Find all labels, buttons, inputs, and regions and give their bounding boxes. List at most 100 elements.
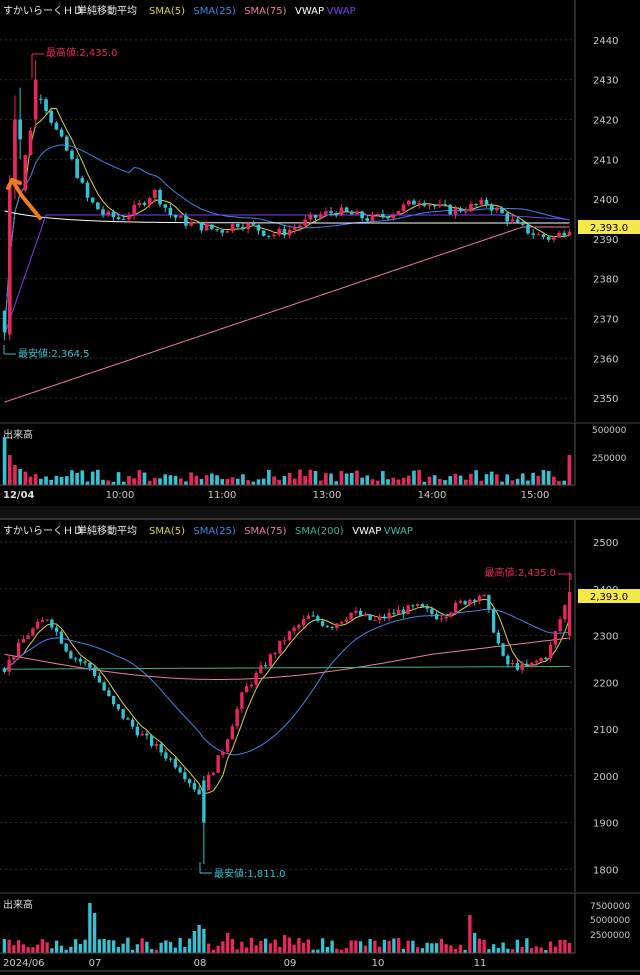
candle-body xyxy=(515,663,520,670)
candle-body xyxy=(173,214,178,218)
y-tick-label: 1900 xyxy=(593,819,618,830)
candle-body xyxy=(438,204,442,207)
volume-bar xyxy=(159,942,163,953)
volume-bar xyxy=(439,938,444,953)
candle-body xyxy=(531,233,535,235)
daily-sma75-line xyxy=(4,637,570,680)
volume-bar xyxy=(277,479,282,485)
candle-body xyxy=(211,772,216,775)
candle-body xyxy=(536,234,541,236)
candle-body xyxy=(292,227,297,230)
candle-body xyxy=(373,619,377,621)
volume-bar xyxy=(386,479,390,485)
candle-body xyxy=(187,779,192,784)
volume-bar xyxy=(453,473,458,485)
candle-body xyxy=(59,129,64,137)
volume-bar xyxy=(83,939,87,953)
volume-bar xyxy=(168,942,173,953)
volume-bar xyxy=(434,943,439,953)
candle-body xyxy=(149,735,154,746)
candle-body xyxy=(287,229,292,236)
candle-body xyxy=(432,205,437,207)
legend-ma-type: 単純移動平均 xyxy=(77,4,137,17)
candle-body xyxy=(140,733,144,736)
candle-body xyxy=(7,183,12,335)
daily-candles xyxy=(2,572,572,865)
candle-body xyxy=(406,200,411,205)
volume-bar xyxy=(246,480,250,485)
candle-body xyxy=(202,780,206,823)
legend-item-sma75: SMA(75) xyxy=(244,6,286,17)
candle-body xyxy=(16,642,21,657)
candle-body xyxy=(401,609,406,614)
volume-bar xyxy=(373,940,377,953)
volume-bar xyxy=(50,948,54,953)
volume-bar xyxy=(273,939,277,953)
volume-bar xyxy=(189,472,193,485)
volume-bar xyxy=(249,937,254,953)
candle-body xyxy=(40,619,45,622)
volume-bar xyxy=(235,478,240,485)
daily-low-label: 最安値:1,811.0 xyxy=(214,867,286,880)
daily-moving-averages xyxy=(4,598,571,795)
volume-bar xyxy=(192,931,197,953)
volume-bar xyxy=(204,475,209,485)
volume-bar xyxy=(137,470,142,485)
time-label-1400: 14:00 xyxy=(418,490,447,501)
volume-bar xyxy=(355,470,359,485)
volume-bar xyxy=(567,942,572,953)
candle-body xyxy=(277,228,282,235)
volume-bar xyxy=(401,477,406,485)
candle-body xyxy=(251,223,256,225)
y-tick-label: 2370 xyxy=(593,315,618,326)
y-tick-label: 2100 xyxy=(593,725,618,736)
candle-body xyxy=(392,612,396,614)
panel-separator xyxy=(0,506,640,520)
daily-legend: すかいらーくＨＤ単純移動平均 SMA(5) SMA(25) SMA(75) SMA(20… xyxy=(3,524,413,537)
daily-volume-panel: 出来高 7500000 5000000 2500000 2024/06 07 0… xyxy=(0,892,640,969)
legend-item-sma75: SMA(75) xyxy=(244,526,286,537)
candle-body xyxy=(329,211,333,213)
candle-body xyxy=(54,122,59,130)
volume-bar xyxy=(320,938,325,953)
candle-body xyxy=(272,234,276,237)
candle-body xyxy=(126,718,130,720)
volume-bar xyxy=(458,944,463,953)
candle-body xyxy=(254,673,258,685)
candle-body xyxy=(78,658,83,662)
candle-body xyxy=(83,661,87,663)
candle-body xyxy=(282,228,287,236)
volume-bar xyxy=(256,479,261,485)
volume-bar xyxy=(525,938,529,953)
volume-bar xyxy=(140,938,144,953)
volume-bar xyxy=(54,940,59,953)
month-label-11: 11 xyxy=(474,958,487,969)
candle-body xyxy=(92,667,97,677)
intraday-date-label: 12/04 xyxy=(3,490,35,501)
volume-bar xyxy=(92,913,97,953)
volume-bar xyxy=(221,941,225,953)
volume-bar xyxy=(349,940,353,953)
candle-body xyxy=(311,615,315,617)
volume-bar xyxy=(534,946,539,953)
y-tick-label: 2360 xyxy=(593,354,618,365)
candle-body xyxy=(334,212,339,216)
volume-bar xyxy=(489,471,494,485)
intraday-volume-title: 出来高 xyxy=(3,428,33,441)
volume-bar xyxy=(539,947,543,953)
volume-bar xyxy=(44,476,48,485)
volume-bar xyxy=(387,940,391,953)
candle-body xyxy=(318,214,323,218)
candle-body xyxy=(64,136,69,151)
volume-bar xyxy=(303,476,307,485)
volume-bar xyxy=(230,938,235,953)
candle-body xyxy=(298,225,302,228)
candle-body xyxy=(339,207,344,216)
candle-body xyxy=(458,208,463,212)
intraday-volume-bars xyxy=(2,437,572,485)
candle-body xyxy=(31,628,35,636)
volume-bar xyxy=(278,946,282,953)
candle-body xyxy=(44,99,48,111)
month-label-08: 08 xyxy=(194,958,207,969)
y-tick-label: 2380 xyxy=(593,275,618,286)
